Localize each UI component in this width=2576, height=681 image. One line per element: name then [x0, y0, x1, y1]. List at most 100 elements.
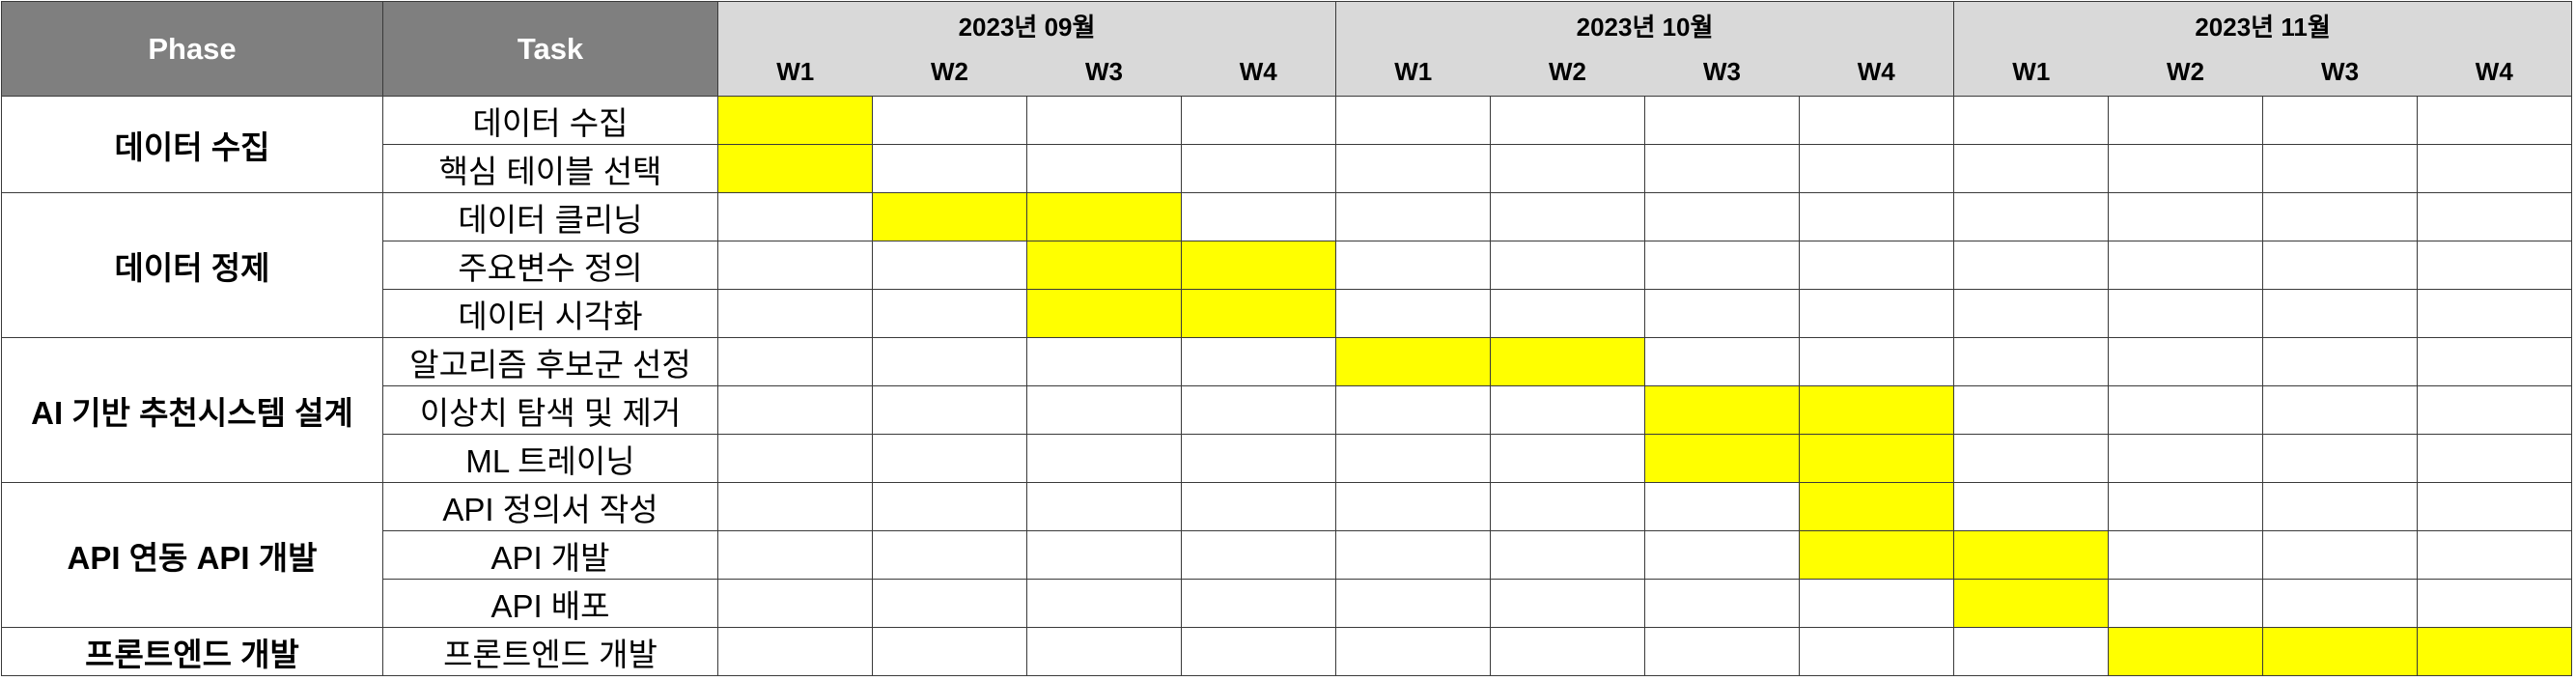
schedule-cell: [2262, 289, 2419, 338]
task-row: ML 트레이닝: [2, 434, 2573, 483]
task-row: 데이터 시각화: [2, 289, 2573, 338]
schedule-bar-cell: [1799, 482, 1955, 531]
schedule-cell: [1799, 289, 1955, 338]
phase-cell: 데이터 수집: [1, 96, 383, 193]
schedule-cell: [2262, 241, 2419, 290]
schedule-cell: [872, 579, 1027, 628]
week-header: W3: [2262, 48, 2418, 97]
schedule-bar-cell: [1335, 337, 1492, 386]
schedule-cell: [717, 385, 873, 435]
phase-cell: API 연동 API 개발: [1, 482, 383, 628]
schedule-cell: [1953, 144, 2110, 193]
schedule-cell: [1335, 385, 1492, 435]
schedule-cell: [2108, 96, 2264, 145]
schedule-cell: [1953, 289, 2110, 338]
schedule-cell: [1953, 337, 2110, 386]
schedule-cell: [2108, 337, 2264, 386]
schedule-cell: [1953, 241, 2110, 290]
header-row-months: Phase Task 2023년 09월 2023년 10월 2023년 11월: [1, 1, 2573, 97]
schedule-bar-cell: [2108, 627, 2264, 676]
schedule-bar-cell: [1953, 530, 2110, 580]
task-row: 주요변수 정의: [2, 241, 2573, 290]
task-cell: 주요변수 정의: [382, 241, 718, 290]
schedule-cell: [1490, 144, 1646, 193]
schedule-cell: [2108, 144, 2264, 193]
schedule-cell: [1490, 241, 1646, 290]
schedule-cell: [872, 385, 1027, 435]
schedule-cell: [1644, 289, 1801, 338]
month-header: 2023년 11월: [1953, 1, 2573, 49]
schedule-cell: [1490, 192, 1646, 241]
schedule-cell: [1644, 192, 1801, 241]
schedule-cell: [1335, 144, 1492, 193]
month-header: 2023년 10월: [1335, 1, 1955, 49]
task-row: 데이터 정제 데이터 클리닝: [1, 192, 2573, 338]
schedule-cell: [717, 289, 873, 338]
schedule-cell: [1026, 482, 1182, 531]
task-column-header: Task: [382, 1, 718, 97]
task-cell: API 배포: [382, 579, 718, 628]
task-cell: 데이터 수집: [382, 96, 718, 145]
schedule-cell: [1799, 579, 1955, 628]
schedule-bar-cell: [1026, 289, 1182, 338]
schedule-cell: [2417, 530, 2573, 580]
schedule-bar-cell: [872, 192, 1027, 241]
schedule-cell: [1490, 96, 1646, 145]
task-cell: ML 트레이닝: [382, 434, 718, 483]
schedule-cell: [717, 482, 873, 531]
month-header: 2023년 09월: [716, 1, 1337, 49]
schedule-bar-cell: [2417, 627, 2573, 676]
schedule-bar-cell: [1799, 385, 1955, 435]
schedule-cell: [1490, 434, 1646, 483]
schedule-cell: [1644, 337, 1801, 386]
schedule-cell: [2262, 192, 2419, 241]
schedule-cell: [1335, 627, 1492, 676]
schedule-cell: [1026, 530, 1182, 580]
schedule-cell: [1026, 337, 1182, 386]
schedule-cell: [1490, 627, 1646, 676]
schedule-cell: [872, 627, 1027, 676]
week-header: W2: [2108, 48, 2263, 97]
schedule-cell: [1026, 434, 1182, 483]
schedule-cell: [2108, 482, 2264, 531]
schedule-cell: [1335, 530, 1492, 580]
schedule-cell: [1490, 482, 1646, 531]
schedule-cell: [1953, 192, 2110, 241]
schedule-cell: [1799, 96, 1955, 145]
schedule-cell: [1953, 627, 2110, 676]
schedule-cell: [2108, 192, 2264, 241]
schedule-bar-cell: [717, 144, 873, 193]
schedule-bar-cell: [1180, 241, 1337, 290]
schedule-cell: [872, 144, 1027, 193]
schedule-cell: [2262, 337, 2419, 386]
schedule-cell: [1490, 579, 1646, 628]
schedule-cell: [717, 530, 873, 580]
task-cell: 이상치 탐색 및 제거: [382, 385, 718, 435]
schedule-cell: [1180, 579, 1337, 628]
schedule-cell: [1644, 96, 1801, 145]
schedule-cell: [1180, 192, 1337, 241]
schedule-cell: [1644, 530, 1801, 580]
schedule-cell: [1026, 627, 1182, 676]
task-cell: 데이터 시각화: [382, 289, 718, 338]
schedule-cell: [2417, 385, 2573, 435]
schedule-cell: [1644, 579, 1801, 628]
week-header: W4: [1181, 48, 1337, 97]
schedule-cell: [2417, 289, 2573, 338]
task-row: 이상치 탐색 및 제거: [2, 385, 2573, 435]
schedule-cell: [2108, 241, 2264, 290]
schedule-cell: [1180, 96, 1337, 145]
schedule-cell: [1799, 627, 1955, 676]
schedule-cell: [717, 337, 873, 386]
schedule-bar-cell: [1644, 434, 1801, 483]
phase-column-header: Phase: [1, 1, 383, 97]
task-row: API 개발: [2, 530, 2573, 580]
schedule-cell: [2417, 144, 2573, 193]
schedule-cell: [2262, 144, 2419, 193]
task-cell: API 정의서 작성: [382, 482, 718, 531]
task-row: API 배포: [2, 579, 2573, 628]
schedule-cell: [717, 192, 873, 241]
week-header: W1: [717, 48, 873, 97]
schedule-cell: [1335, 579, 1492, 628]
week-header: W1: [1953, 48, 2109, 97]
